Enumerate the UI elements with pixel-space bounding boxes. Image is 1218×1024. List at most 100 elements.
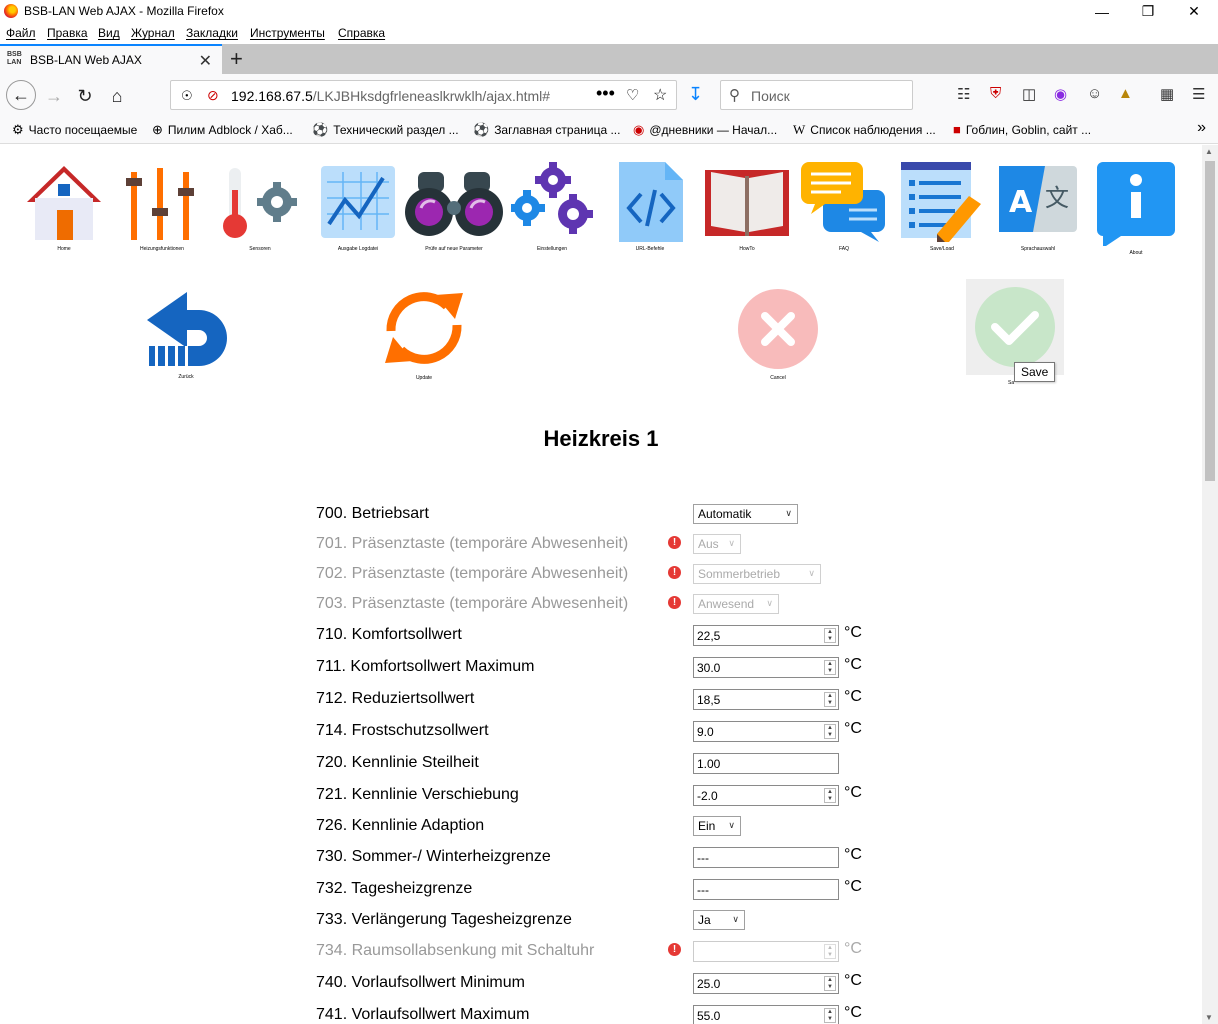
extensions-grid-icon[interactable]: ▦	[1160, 85, 1174, 103]
menu-file[interactable]: Файл	[6, 26, 36, 40]
page-actions-button[interactable]: •••	[596, 83, 615, 104]
parameter-number-input[interactable]: 25.0 ▲ ▼	[693, 973, 839, 994]
close-tab-icon[interactable]: ✕	[199, 51, 212, 71]
more-bookmarks-icon[interactable]: »	[1197, 119, 1206, 137]
spinner-arrows-icon[interactable]: ▲ ▼	[824, 724, 836, 739]
spinner-arrows-icon[interactable]: ▲ ▼	[824, 788, 836, 803]
nav-howto[interactable]: HowTo	[702, 162, 792, 252]
nav-about[interactable]: About	[1096, 162, 1176, 256]
bookmark-item[interactable]: ⚽ Заглавная страница ...	[473, 122, 620, 138]
vertical-scrollbar[interactable]: ▲ ▼	[1202, 145, 1218, 1024]
parameter-number-input[interactable]: 22,5 ▲ ▼	[693, 625, 839, 646]
maximize-button[interactable]: ❐	[1125, 0, 1171, 23]
parameter-select[interactable]: Ja ∨	[693, 910, 745, 930]
action-back[interactable]: Zurück	[140, 288, 232, 380]
insecure-connection-icon[interactable]: ⊘	[207, 87, 219, 104]
search-bar[interactable]: ⚲ Поиск	[720, 80, 913, 110]
gear-icon: ⚙	[12, 122, 24, 137]
menu-help[interactable]: Справка	[338, 26, 385, 40]
parameter-select[interactable]: Automatik ∨	[693, 504, 798, 524]
bookmark-star-icon[interactable]: ☆	[653, 85, 667, 105]
nav-label: FAQ	[838, 246, 849, 252]
parameter-number-input[interactable]: 30.0 ▲ ▼	[693, 657, 839, 678]
bookmark-item[interactable]: ⚽ Технический раздел ...	[312, 122, 459, 138]
action-cancel[interactable]: Cancel	[734, 287, 822, 381]
nav-save-load[interactable]: Save/Load	[898, 162, 986, 252]
bookmark-item[interactable]: ◉ @дневники — Начал...	[633, 122, 777, 138]
menu-history[interactable]: Журнал	[131, 26, 175, 40]
parameter-number-input[interactable]: 55.0 ▲ ▼	[693, 1005, 839, 1024]
menu-tools[interactable]: Инструменты	[250, 26, 325, 40]
parameter-label: 720. Kennlinie Steilheit	[316, 754, 479, 771]
select-value: Aus	[698, 537, 719, 551]
parameter-select: Anwesend ∨	[693, 594, 779, 614]
account-icon[interactable]: ☺	[1087, 85, 1102, 102]
home-button[interactable]: ⌂	[103, 82, 131, 110]
close-window-button[interactable]: ✕	[1171, 0, 1217, 23]
spinner-arrows-icon[interactable]: ▲ ▼	[824, 692, 836, 707]
parameter-label: 734. Raumsollabsenkung mit Schaltuhr	[316, 942, 595, 959]
action-update[interactable]: Update	[378, 285, 470, 381]
pocket-icon[interactable]: ♡	[626, 86, 639, 104]
new-tab-button[interactable]: +	[230, 46, 243, 72]
downloads-icon[interactable]: ↧	[688, 84, 703, 105]
action-save[interactable]: Sa	[966, 279, 1064, 386]
forward-button[interactable]: →	[40, 82, 68, 110]
parameter-text-input[interactable]: ---	[693, 847, 839, 868]
bookmark-item[interactable]: ■ Гоблин, Goblin, сайт ...	[953, 122, 1091, 137]
nav-settings[interactable]: Einstellungen	[510, 162, 594, 252]
scroll-up-icon[interactable]: ▲	[1205, 147, 1213, 156]
back-arrow-icon	[147, 292, 227, 366]
nav-url-commands[interactable]: URL-Befehle	[608, 162, 692, 252]
parameter-number-input[interactable]: -2.0 ▲ ▼	[693, 785, 839, 806]
tab-title: BSB-LAN Web AJAX	[30, 53, 142, 67]
nav-language[interactable]: A 文 Sprachauswahl	[998, 162, 1078, 252]
menu-view[interactable]: Вид	[98, 26, 120, 40]
nav-label: Prüfe auf neue Parameter	[425, 246, 483, 252]
address-bar[interactable]: ☉ ⊘ 192.168.67.5/LKJBHksdgfrleneaslkrwkl…	[170, 80, 677, 110]
extension-icon[interactable]: ◉	[1054, 85, 1067, 103]
spinner-arrows-icon[interactable]: ▲ ▼	[824, 1008, 836, 1023]
minimize-button[interactable]: —	[1079, 0, 1125, 23]
parameter-label: 701. Präsenztaste (temporäre Abwesenheit…	[316, 535, 629, 552]
nav-sensors[interactable]: Sensoren	[218, 162, 302, 252]
nav-label: Sensoren	[249, 246, 271, 252]
bookmark-item[interactable]: ⊕ Пилим Adblock / Хаб...	[152, 122, 293, 138]
nav-faq[interactable]: FAQ	[800, 162, 888, 252]
bookmark-item[interactable]: ⚙ Часто посещаемые	[12, 122, 137, 138]
library-icon[interactable]: ☷	[957, 85, 970, 103]
nav-label: About	[1129, 250, 1143, 256]
parameter-number-input[interactable]: 1.00	[693, 753, 839, 774]
scrollbar-thumb[interactable]	[1205, 161, 1215, 481]
addon-icon[interactable]: ▲	[1118, 85, 1133, 102]
nav-logfile[interactable]: Ausgabe Logdatei	[316, 162, 400, 252]
ublock-icon[interactable]: ⛨	[990, 85, 1001, 102]
select-value: Automatik	[698, 507, 752, 521]
parameter-number-input[interactable]: 9.0 ▲ ▼	[693, 721, 839, 742]
nav-home[interactable]: Home	[22, 162, 106, 252]
parameter-label: 741. Vorlaufsollwert Maximum	[316, 1006, 530, 1023]
menu-bookmarks[interactable]: Закладки	[186, 26, 238, 40]
parameter-text-input[interactable]: ---	[693, 879, 839, 900]
tab-bsb-lan[interactable]: BSB LAN BSB-LAN Web AJAX ✕	[0, 44, 222, 74]
nav-check-new-params[interactable]: Prüfe auf neue Parameter	[404, 162, 504, 252]
spinner-arrows-icon[interactable]: ▲ ▼	[824, 660, 836, 675]
bookmark-item[interactable]: W Список наблюдения ...	[793, 122, 936, 138]
reload-button[interactable]: ↻	[71, 82, 99, 110]
back-button[interactable]: ←	[6, 80, 36, 110]
menu-edit[interactable]: Правка	[47, 26, 88, 40]
tracking-shield-icon[interactable]: ☉	[181, 88, 193, 104]
nav-heating-functions[interactable]: Heizungsfunktionen	[120, 162, 204, 252]
sidebar-icon[interactable]: ◫	[1022, 85, 1036, 103]
spinner-arrows-icon[interactable]: ▲ ▼	[824, 628, 836, 643]
warning-icon: !	[668, 536, 681, 549]
chevron-down-icon: ∨	[728, 820, 735, 830]
scroll-down-icon[interactable]: ▼	[1205, 1013, 1213, 1022]
input-value: 25.0	[697, 977, 721, 991]
parameter-number-input[interactable]: 18,5 ▲ ▼	[693, 689, 839, 710]
save-check-icon	[975, 287, 1055, 367]
spinner-arrows-icon[interactable]: ▲ ▼	[824, 976, 836, 991]
parameter-select[interactable]: Ein ∨	[693, 816, 741, 836]
hamburger-menu-icon[interactable]: ☰	[1192, 85, 1205, 103]
parameter-label: 721. Kennlinie Verschiebung	[316, 786, 519, 803]
